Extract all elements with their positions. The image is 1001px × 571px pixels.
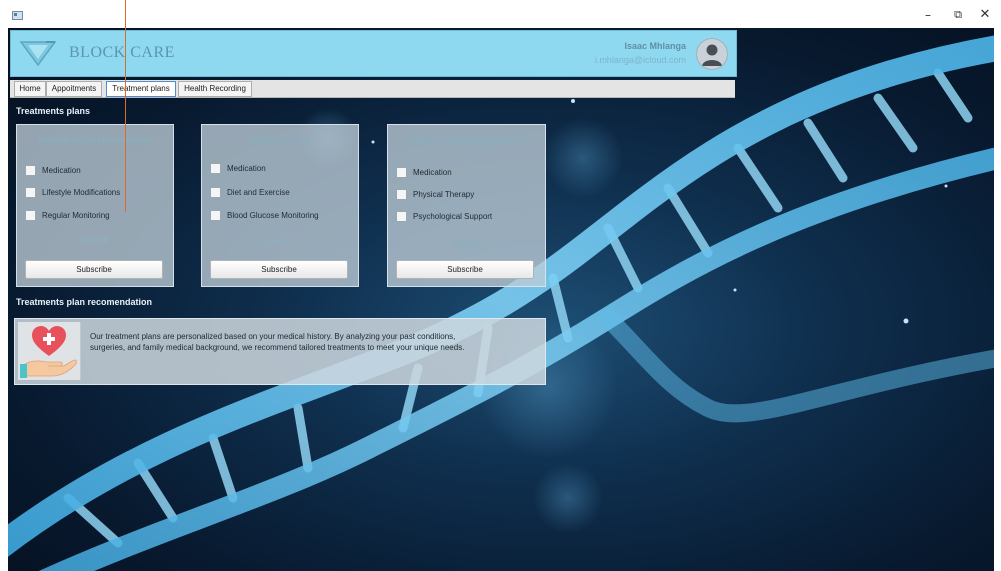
option-checkbox[interactable] [210, 187, 221, 198]
recommendation-heading: Treatments plan recomendation [16, 297, 153, 307]
plan-option[interactable]: Diet and Exercise [210, 187, 290, 199]
option-checkbox[interactable] [210, 210, 221, 221]
avatar[interactable] [696, 38, 728, 70]
option-label: Physical Therapy [413, 190, 475, 199]
plan-card-diabetes: Diabetes Care Medication Diet and Exerci… [201, 124, 359, 287]
treatment-plans-heading: Treatments plans [16, 106, 91, 116]
recommendation-icon-box [18, 322, 81, 380]
user-name: Isaac Mhlanga [624, 41, 686, 51]
option-label: Regular Monitoring [42, 211, 110, 220]
option-label: Lifestyle Modifications [42, 188, 121, 197]
app-header: BLOCK CARE Isaac Mhlanga i.mhlanga@iclou… [10, 30, 737, 77]
plan-card-title: Hypertension Management [37, 135, 153, 145]
option-checkbox[interactable] [396, 167, 407, 178]
plan-option[interactable]: Physical Therapy [396, 189, 474, 201]
orange-marker-line [125, 0, 126, 212]
option-checkbox[interactable] [210, 163, 221, 174]
dna-background-image [8, 28, 994, 571]
close-button[interactable]: ✕ [972, 6, 998, 24]
option-label: Medication [227, 164, 266, 173]
brand-name: BLOCK CARE [69, 44, 175, 61]
user-avatar-icon [702, 44, 722, 66]
plan-card-chronic-pain: Chronic Pain Management Medication Physi… [387, 124, 546, 287]
app-window-icon [12, 11, 23, 20]
option-checkbox[interactable] [25, 165, 36, 176]
recommendation-text: Our treatment plans are personalized bas… [90, 332, 465, 352]
option-checkbox[interactable] [396, 189, 407, 200]
tab-appointments[interactable]: Appoitments [46, 81, 102, 97]
user-email: i.mhlanga@icloud.com [594, 55, 686, 65]
main-tab-bar: Home Appoitments Treatment plans Health … [10, 80, 735, 98]
tab-health-recording[interactable]: Health Recording [178, 81, 252, 97]
option-label: Blood Glucose Monitoring [227, 211, 319, 220]
plan-price: R4000 [266, 237, 294, 247]
plan-card-title: Chronic Pain Management [409, 135, 524, 145]
subscribe-button[interactable]: Subscribe [396, 260, 534, 279]
app-window: – ⧉ ✕ BLOCK CARE Isaac Mhlanga i.mhlanga… [0, 0, 1001, 571]
plan-card-hypertension: Hypertension Management Medication Lifes… [16, 124, 174, 287]
dna-helix-illustration [8, 35, 994, 571]
plan-option[interactable]: Medication [25, 165, 81, 177]
option-label: Psychological Support [413, 212, 493, 221]
option-label: Medication [413, 168, 452, 177]
option-checkbox[interactable] [25, 210, 36, 221]
plan-option[interactable]: Blood Glucose Monitoring [210, 210, 319, 222]
blockcare-logo-icon [19, 41, 57, 67]
plan-price: R6000 [453, 239, 480, 249]
heart-hand-icon [20, 326, 77, 378]
recommendation-card: Our treatment plans are personalized bas… [14, 318, 546, 385]
subscribe-button[interactable]: Subscribe [210, 260, 348, 279]
plan-option[interactable]: Medication [210, 163, 266, 175]
minimize-button[interactable]: – [915, 6, 941, 24]
plan-option[interactable]: Psychological Support [396, 211, 492, 223]
option-checkbox[interactable] [396, 211, 407, 222]
option-label: Medication [42, 166, 81, 175]
option-checkbox[interactable] [25, 187, 36, 198]
plan-price: R2000 [81, 235, 109, 245]
subscribe-button[interactable]: Subscribe [25, 260, 163, 279]
plan-option[interactable]: Lifestyle Modifications [25, 187, 120, 199]
maximize-button[interactable]: ⧉ [945, 6, 971, 24]
plan-card-title: Diabetes Care [249, 135, 311, 145]
tab-treatment-plans[interactable]: Treatment plans [106, 81, 176, 97]
plan-option[interactable]: Medication [396, 167, 452, 179]
option-label: Diet and Exercise [227, 188, 290, 197]
window-titlebar[interactable]: – ⧉ ✕ [0, 0, 1001, 28]
plan-option[interactable]: Regular Monitoring [25, 210, 110, 222]
tab-home[interactable]: Home [14, 81, 46, 97]
